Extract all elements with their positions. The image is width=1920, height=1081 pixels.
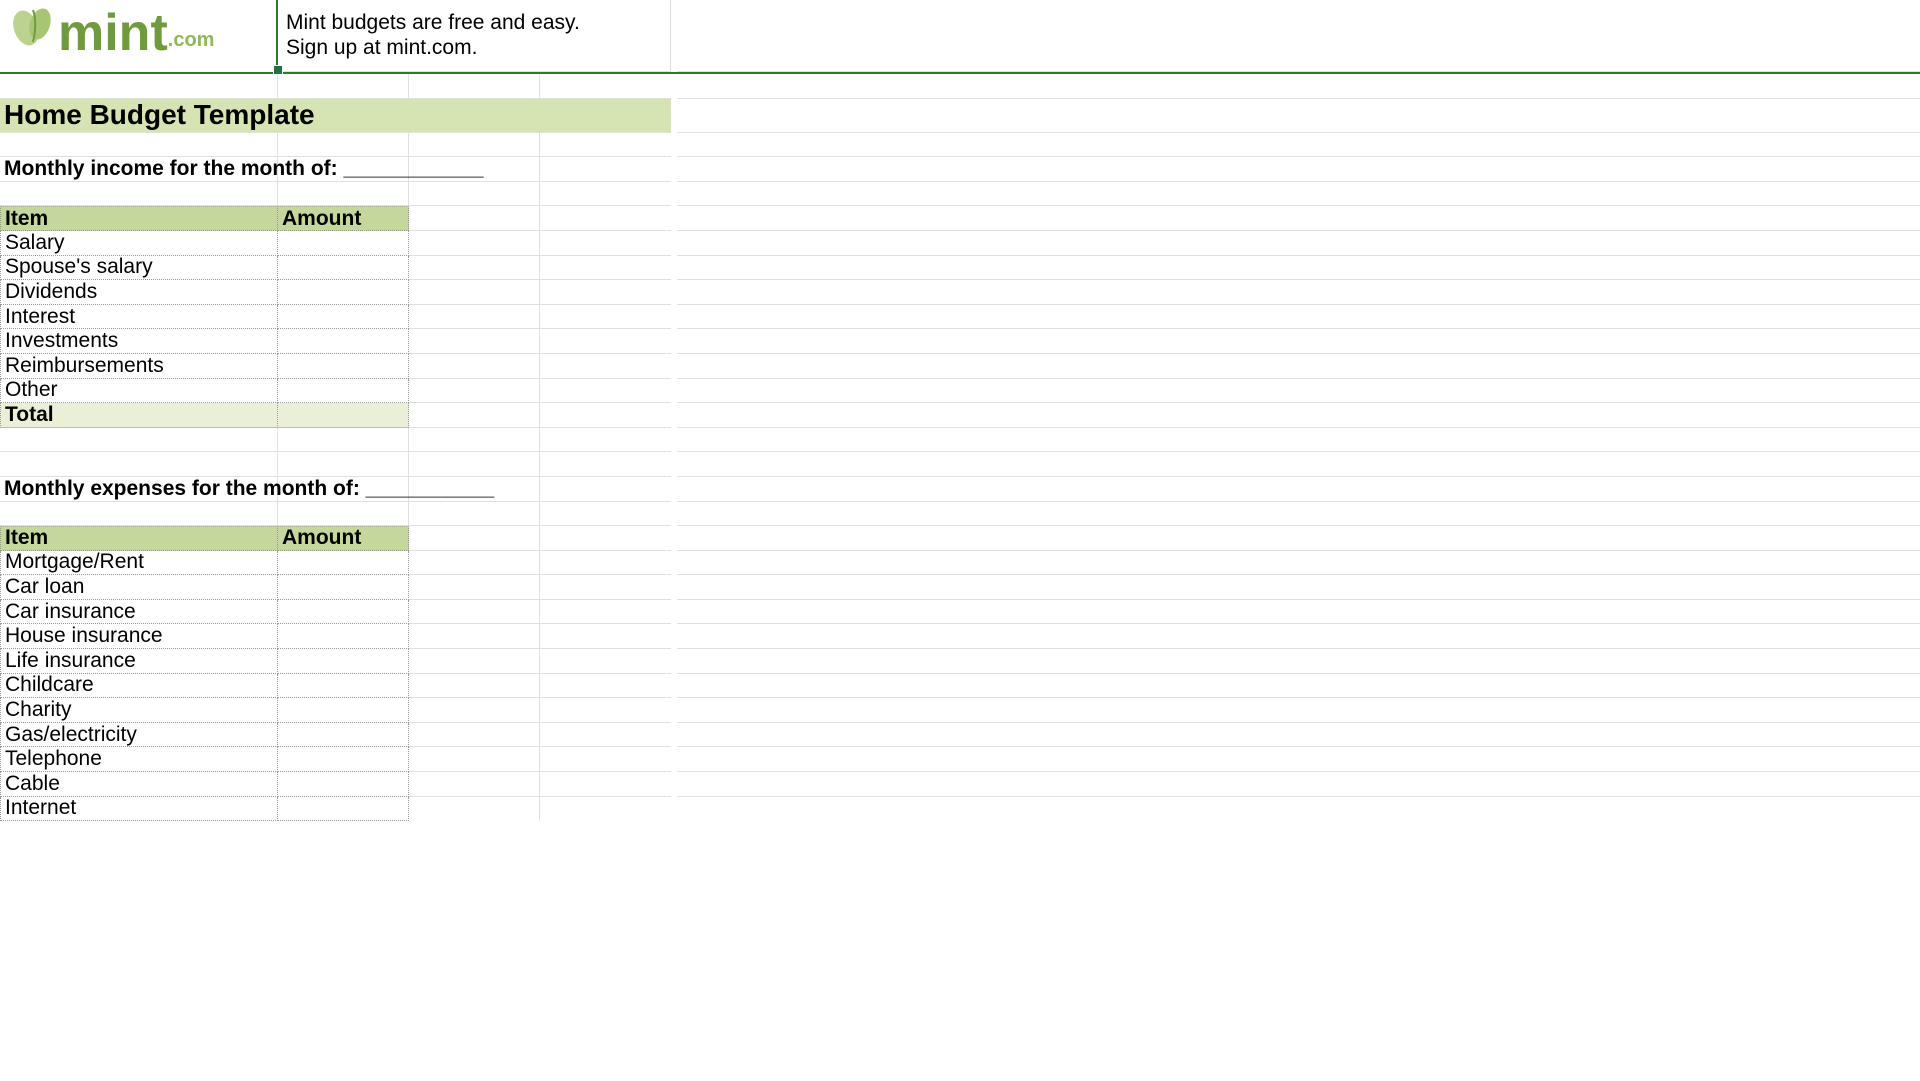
item-cell[interactable]: Internet [0, 797, 278, 822]
item-cell[interactable]: Dividends [0, 280, 278, 305]
table-row: Life insurance [0, 649, 1920, 674]
item-cell[interactable]: Spouse's salary [0, 256, 278, 281]
table-row: Interest [0, 305, 1920, 330]
income-section-label-row: Monthly income for the month of: _______… [0, 157, 1920, 182]
tagline-cell: Mint budgets are free and easy. Sign up … [278, 0, 671, 72]
item-cell[interactable]: Car insurance [0, 600, 278, 625]
table-row: Dividends [0, 280, 1920, 305]
income-total-row: Total [0, 403, 1920, 428]
amount-cell[interactable] [278, 231, 409, 256]
item-cell[interactable]: Life insurance [0, 649, 278, 674]
amount-cell[interactable] [278, 674, 409, 699]
table-row: Childcare [0, 674, 1920, 699]
table-row: Telephone [0, 747, 1920, 772]
item-cell[interactable]: Telephone [0, 747, 278, 772]
blank-row [0, 74, 1920, 99]
table-row: Mortgage/Rent [0, 551, 1920, 576]
item-cell[interactable]: Gas/electricity [0, 723, 278, 748]
amount-cell[interactable] [278, 649, 409, 674]
expenses-header-item: Item [0, 526, 278, 551]
table-row: Salary [0, 231, 1920, 256]
amount-cell[interactable] [278, 575, 409, 600]
amount-cell[interactable] [278, 280, 409, 305]
item-cell[interactable]: Investments [0, 329, 278, 354]
table-row: Cable [0, 772, 1920, 797]
income-total-label: Total [0, 403, 278, 428]
expenses-section-label: Monthly expenses for the month of: _____… [4, 477, 494, 501]
empty-cell[interactable] [677, 0, 1920, 72]
header-row: mint .com Mint budgets are free and easy… [0, 0, 1920, 74]
item-cell[interactable]: Charity [0, 698, 278, 723]
table-row: Charity [0, 698, 1920, 723]
leaf-icon [8, 0, 58, 50]
logo-text: mint [58, 7, 168, 59]
income-table-header: Item Amount [0, 206, 1920, 231]
logo-suffix: .com [168, 29, 215, 52]
amount-cell[interactable] [278, 797, 409, 822]
amount-cell[interactable] [278, 723, 409, 748]
item-cell[interactable]: Interest [0, 305, 278, 330]
logo-cell: mint .com [0, 0, 278, 72]
income-header-item: Item [0, 206, 278, 231]
table-row: Car insurance [0, 600, 1920, 625]
expenses-section-label-row: Monthly expenses for the month of: _____… [0, 477, 1920, 502]
expenses-table-header: Item Amount [0, 526, 1920, 551]
amount-cell[interactable] [278, 379, 409, 404]
amount-cell[interactable] [278, 551, 409, 576]
table-row: Car loan [0, 575, 1920, 600]
mint-logo: mint .com [8, 0, 214, 72]
item-cell[interactable]: Salary [0, 231, 278, 256]
amount-cell[interactable] [278, 624, 409, 649]
income-section-label: Monthly income for the month of: _______… [4, 157, 484, 181]
table-row: Spouse's salary [0, 256, 1920, 281]
income-total-amount[interactable] [278, 403, 409, 428]
title-row: Home Budget Template [0, 99, 1920, 133]
amount-cell[interactable] [278, 747, 409, 772]
item-cell[interactable]: Car loan [0, 575, 278, 600]
spreadsheet: mint .com Mint budgets are free and easy… [0, 0, 1920, 821]
amount-cell[interactable] [278, 600, 409, 625]
amount-cell[interactable] [278, 772, 409, 797]
table-row: Internet [0, 797, 1920, 822]
item-cell[interactable]: Reimbursements [0, 354, 278, 379]
page-title: Home Budget Template [0, 99, 671, 133]
amount-cell[interactable] [278, 354, 409, 379]
expenses-header-amount: Amount [278, 526, 409, 551]
amount-cell[interactable] [278, 698, 409, 723]
amount-cell[interactable] [278, 305, 409, 330]
item-cell[interactable]: House insurance [0, 624, 278, 649]
table-row: House insurance [0, 624, 1920, 649]
item-cell[interactable]: Cable [0, 772, 278, 797]
tagline-line2: Sign up at mint.com. [286, 36, 580, 60]
tagline-line1: Mint budgets are free and easy. [286, 11, 580, 35]
item-cell[interactable]: Mortgage/Rent [0, 551, 278, 576]
income-header-amount: Amount [278, 206, 409, 231]
table-row: Gas/electricity [0, 723, 1920, 748]
amount-cell[interactable] [278, 329, 409, 354]
item-cell[interactable]: Childcare [0, 674, 278, 699]
table-row: Investments [0, 329, 1920, 354]
table-row: Reimbursements [0, 354, 1920, 379]
item-cell[interactable]: Other [0, 379, 278, 404]
table-row: Other [0, 379, 1920, 404]
amount-cell[interactable] [278, 256, 409, 281]
